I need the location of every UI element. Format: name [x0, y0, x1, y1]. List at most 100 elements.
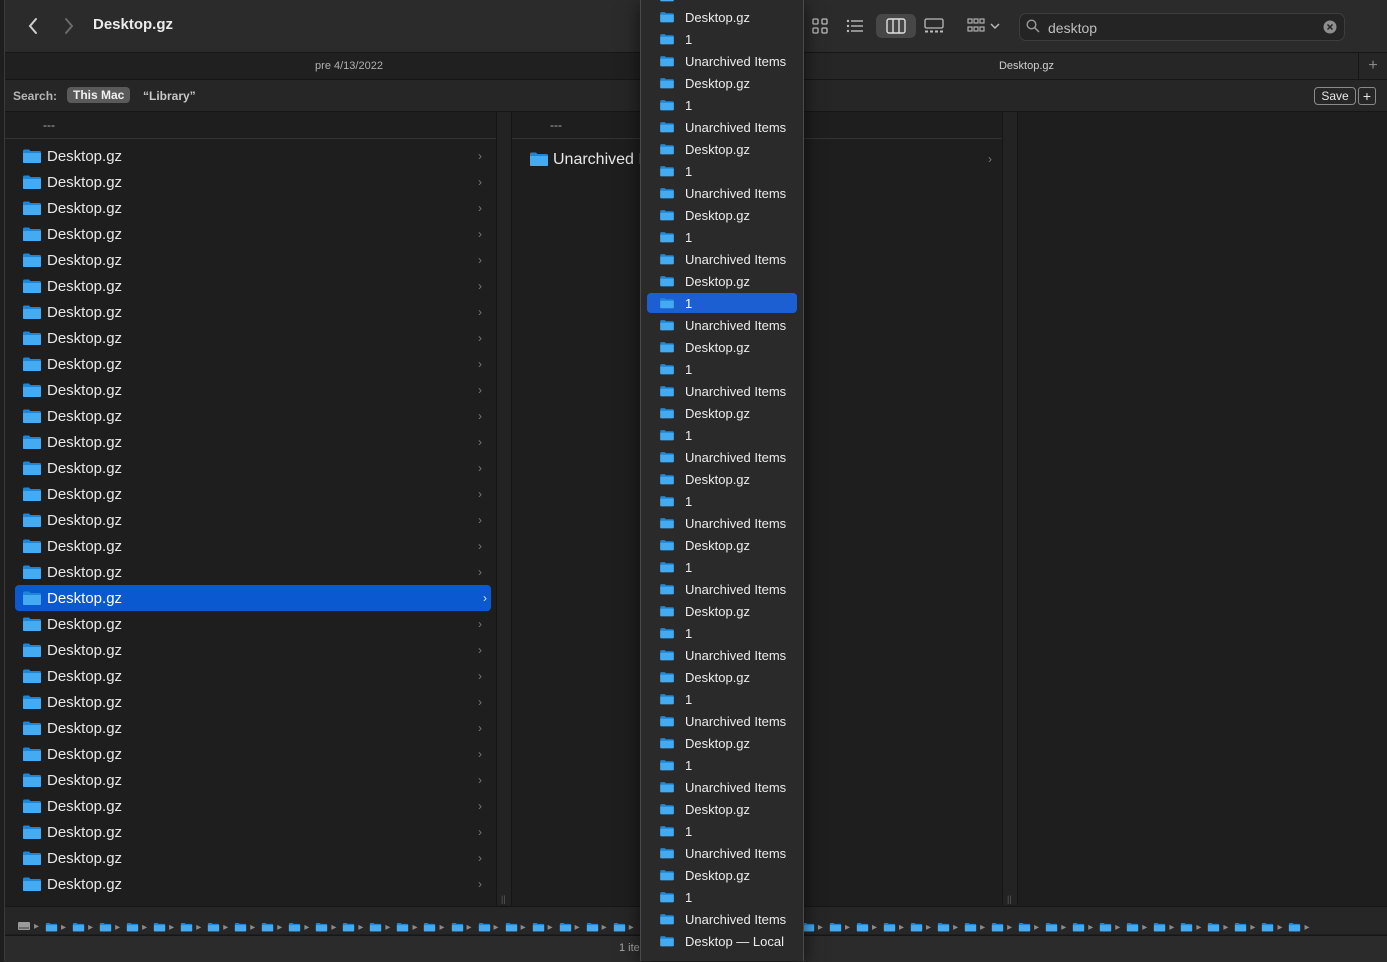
- list-item[interactable]: Desktop.gz ›: [5, 767, 496, 793]
- clear-search-icon[interactable]: [1323, 20, 1337, 34]
- menu-item[interactable]: Desktop.gz: [647, 667, 797, 687]
- path-seg-folder[interactable]: ▸: [261, 922, 282, 933]
- menu-item[interactable]: Desktop.gz: [647, 73, 797, 93]
- list-item[interactable]: Desktop.gz ›: [5, 299, 496, 325]
- list-item[interactable]: Desktop.gz ›: [5, 247, 496, 273]
- menu-item[interactable]: 1: [647, 425, 797, 445]
- menu-item[interactable]: Unarchived Items: [647, 183, 797, 203]
- path-seg-folder[interactable]: ▸: [180, 922, 201, 933]
- resize-grip[interactable]: ||: [501, 894, 506, 904]
- menu-item[interactable]: 1: [647, 95, 797, 115]
- path-seg-folder[interactable]: ▸: [1234, 922, 1255, 933]
- path-seg-folder[interactable]: ▸: [1261, 922, 1282, 933]
- save-search-button[interactable]: Save: [1314, 87, 1356, 105]
- list-item[interactable]: Desktop.gz ›: [5, 741, 496, 767]
- list-item[interactable]: Desktop.gz ›: [5, 429, 496, 455]
- path-seg-folder[interactable]: ▸: [45, 922, 66, 933]
- path-seg-folder[interactable]: ▸: [1045, 922, 1066, 933]
- scope-library[interactable]: “Library”: [143, 89, 196, 103]
- menu-item[interactable]: 1: [647, 161, 797, 181]
- menu-item[interactable]: 1: [647, 293, 797, 313]
- path-seg-folder[interactable]: ▸: [802, 922, 823, 933]
- menu-item[interactable]: Desktop.gz: [647, 601, 797, 621]
- path-seg-folder[interactable]: ▸: [72, 922, 93, 933]
- list-item[interactable]: Desktop.gz ›: [5, 221, 496, 247]
- list-item[interactable]: Desktop.gz ›: [5, 195, 496, 221]
- list-item[interactable]: Desktop.gz ›: [5, 273, 496, 299]
- scope-this-mac[interactable]: This Mac: [67, 87, 131, 103]
- search-field[interactable]: [1019, 13, 1345, 41]
- menu-item[interactable]: Desktop.gz: [647, 469, 797, 489]
- menu-item[interactable]: Desktop.gz: [647, 337, 797, 357]
- list-item[interactable]: Desktop.gz ›: [5, 403, 496, 429]
- list-item[interactable]: Desktop.gz ›: [5, 507, 496, 533]
- path-seg-folder[interactable]: ▸: [369, 922, 390, 933]
- path-seg-folder[interactable]: ▸: [396, 922, 417, 933]
- path-seg-folder[interactable]: ▸: [1126, 922, 1147, 933]
- list-item[interactable]: Desktop.gz ›: [15, 585, 491, 611]
- list-item[interactable]: Desktop.gz ›: [5, 845, 496, 871]
- list-item[interactable]: Desktop.gz ›: [5, 819, 496, 845]
- menu-item[interactable]: 1: [647, 227, 797, 247]
- path-seg-folder[interactable]: ▸: [559, 922, 580, 933]
- path-seg-folder[interactable]: ▸: [315, 922, 336, 933]
- gallery-view-button[interactable]: [920, 14, 948, 38]
- search-input[interactable]: [1046, 17, 1320, 39]
- path-seg-folder[interactable]: ▸: [1018, 922, 1039, 933]
- menu-item[interactable]: Unarchived Items: [647, 447, 797, 467]
- menu-item[interactable]: Unarchived Items: [647, 645, 797, 665]
- menu-item[interactable]: Unarchived Items: [647, 579, 797, 599]
- menu-item[interactable]: 1: [647, 887, 797, 907]
- forward-button[interactable]: [57, 14, 81, 38]
- menu-item[interactable]: Desktop.gz: [647, 205, 797, 225]
- path-seg-folder[interactable]: ▸: [991, 922, 1012, 933]
- path-seg-folder[interactable]: ▸: [478, 922, 499, 933]
- list-item[interactable]: Desktop.gz ›: [5, 689, 496, 715]
- path-seg-folder[interactable]: ▸: [1099, 922, 1120, 933]
- list-item[interactable]: Desktop.gz ›: [5, 325, 496, 351]
- menu-item[interactable]: Unarchived Items: [647, 843, 797, 863]
- list-item[interactable]: Desktop.gz ›: [5, 455, 496, 481]
- path-seg-folder[interactable]: ▸: [1072, 922, 1093, 933]
- path-seg-folder[interactable]: ▸: [883, 922, 904, 933]
- resize-grip[interactable]: ||: [1007, 894, 1012, 904]
- list-item[interactable]: Desktop.gz ›: [5, 793, 496, 819]
- back-button[interactable]: [21, 14, 45, 38]
- menu-item[interactable]: Desktop.gz: [647, 271, 797, 291]
- group-by-button[interactable]: [963, 14, 1003, 38]
- menu-item[interactable]: Unarchived Items: [647, 513, 797, 533]
- path-seg-folder[interactable]: ▸: [234, 922, 255, 933]
- menu-item[interactable]: Unarchived Items: [647, 249, 797, 269]
- icon-view-button[interactable]: [806, 14, 834, 38]
- menu-item[interactable]: Desktop.gz: [647, 535, 797, 555]
- list-item[interactable]: Desktop.gz ›: [5, 559, 496, 585]
- path-seg-folder[interactable]: ▸: [856, 922, 877, 933]
- path-seg-folder[interactable]: ▸: [1288, 922, 1310, 933]
- path-seg-folder[interactable]: ▸: [1153, 922, 1174, 933]
- path-seg-folder[interactable]: ▸: [505, 922, 526, 933]
- menu-item[interactable]: Desktop — Local: [647, 931, 797, 951]
- path-seg-folder[interactable]: ▸: [288, 922, 309, 933]
- list-item[interactable]: Desktop.gz ›: [5, 871, 496, 897]
- menu-item[interactable]: Desktop.gz: [647, 403, 797, 423]
- path-seg-folder[interactable]: ▸: [910, 922, 931, 933]
- path-seg-folder[interactable]: ▸: [937, 922, 958, 933]
- menu-item[interactable]: Desktop.gz: [647, 139, 797, 159]
- column-view-button[interactable]: [876, 14, 916, 38]
- menu-item[interactable]: Unarchived Items: [647, 711, 797, 731]
- menu-item[interactable]: Unarchived Items: [647, 315, 797, 335]
- column-divider[interactable]: [1002, 112, 1018, 905]
- menu-item[interactable]: Unarchived Items: [647, 51, 797, 71]
- tab-pre-4-13-2022[interactable]: pre 4/13/2022: [5, 53, 693, 79]
- list-view-button[interactable]: [841, 14, 869, 38]
- menu-item[interactable]: 1: [647, 689, 797, 709]
- menu-item[interactable]: Unarchived Items: [647, 381, 797, 401]
- menu-item[interactable]: Desktop.gz: [647, 7, 797, 27]
- path-seg-folder[interactable]: ▸: [964, 922, 985, 933]
- menu-item[interactable]: Unarchived Items: [647, 909, 797, 929]
- new-tab-button[interactable]: +: [1358, 53, 1387, 79]
- path-seg-folder[interactable]: ▸: [829, 922, 850, 933]
- column-divider[interactable]: [496, 112, 512, 905]
- list-item[interactable]: Desktop.gz ›: [5, 637, 496, 663]
- list-item[interactable]: Desktop.gz ›: [5, 663, 496, 689]
